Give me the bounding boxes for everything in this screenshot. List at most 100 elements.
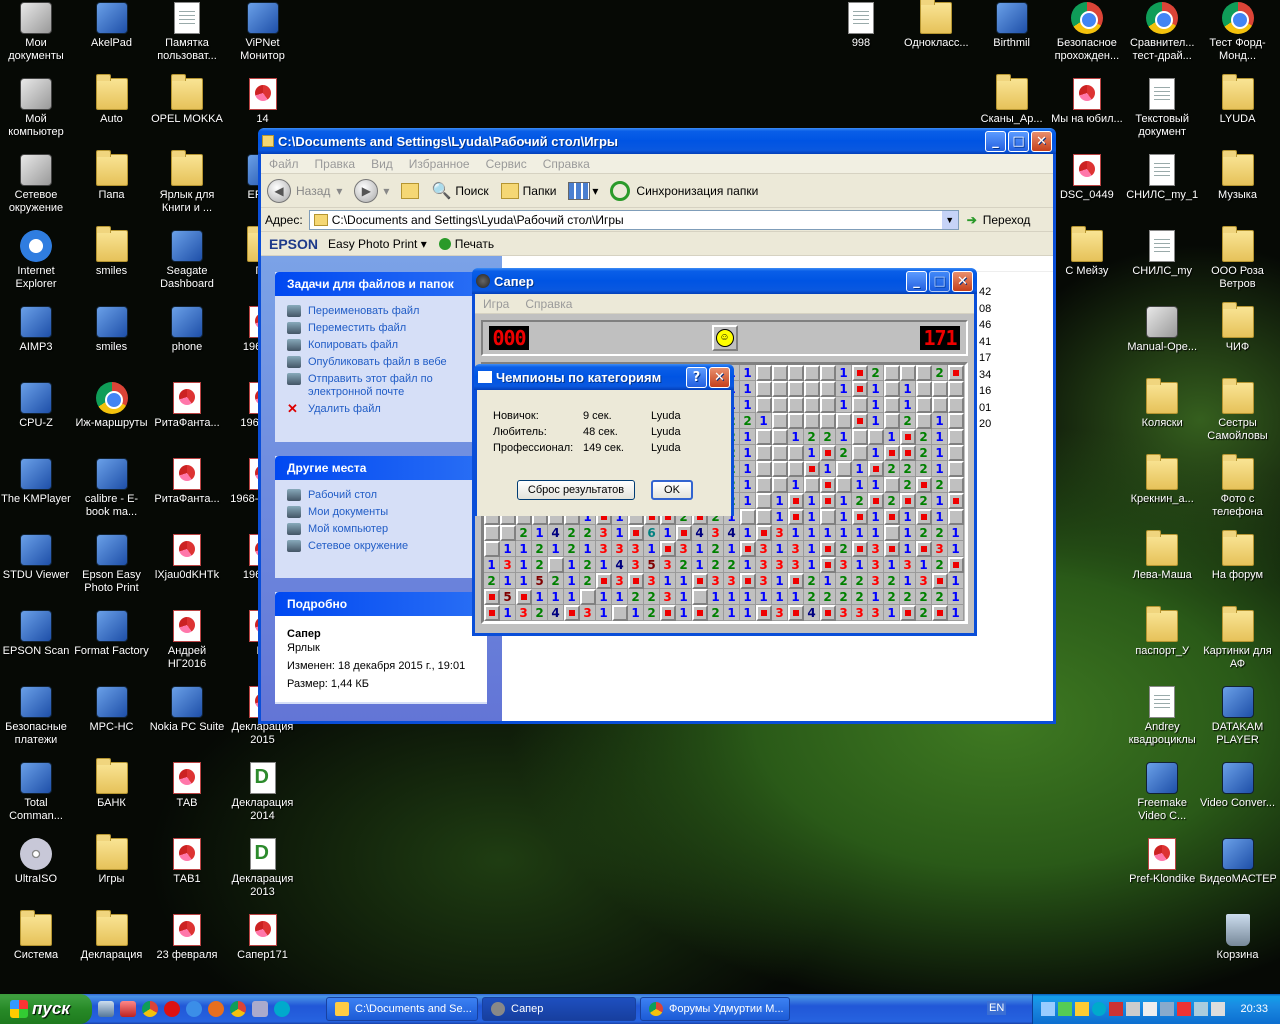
other-place-link[interactable]: Рабочий стол	[287, 489, 477, 502]
mine-cell-flagged[interactable]	[852, 509, 868, 525]
minimize-button[interactable]: _	[906, 270, 927, 292]
file-tasks-header[interactable]: Задачи для файлов и папок	[275, 272, 487, 296]
desktop-icon[interactable]: Internet Explorer	[0, 230, 74, 291]
mine-cell-number[interactable]: 1	[788, 525, 804, 541]
mine-cell-number[interactable]: 1	[612, 589, 628, 605]
mine-cell-number[interactable]: 4	[724, 525, 740, 541]
mine-cell-unopened[interactable]	[820, 365, 836, 381]
mine-cell-number[interactable]: 2	[580, 525, 596, 541]
mine-cell-number[interactable]: 3	[932, 541, 948, 557]
mine-cell-number[interactable]: 1	[804, 541, 820, 557]
mine-cell-unopened[interactable]	[756, 477, 772, 493]
mine-cell-number[interactable]: 2	[516, 525, 532, 541]
file-task-link[interactable]: ✕ Удалить файл	[287, 402, 477, 416]
mine-cell-number[interactable]: 1	[932, 429, 948, 445]
mine-cell-flagged[interactable]	[788, 605, 804, 621]
mine-cell-flagged[interactable]	[756, 605, 772, 621]
new-game-smiley-button[interactable]: ☺	[711, 325, 738, 351]
mine-cell-number[interactable]: 3	[756, 541, 772, 557]
mine-cell-number[interactable]: 2	[644, 605, 660, 621]
mine-cell-unopened[interactable]	[884, 381, 900, 397]
mine-cell-number[interactable]: 3	[916, 573, 932, 589]
mine-cell-number[interactable]: 1	[900, 397, 916, 413]
mine-cell-unopened[interactable]	[548, 557, 564, 573]
mine-cell-flagged[interactable]	[900, 429, 916, 445]
mine-cell-unopened[interactable]	[820, 381, 836, 397]
mine-cell-number[interactable]: 2	[932, 525, 948, 541]
mine-cell-number[interactable]: 1	[724, 589, 740, 605]
mine-cell-number[interactable]: 4	[804, 605, 820, 621]
mine-cell-number[interactable]: 1	[948, 605, 964, 621]
mine-cell-number[interactable]: 3	[612, 541, 628, 557]
mine-cell-flagged[interactable]	[676, 525, 692, 541]
firefox-icon[interactable]	[208, 1001, 224, 1017]
red-tray-icon[interactable]	[1177, 1002, 1191, 1016]
mine-cell-number[interactable]: 1	[836, 429, 852, 445]
desktop-icon[interactable]: AIMP3	[0, 306, 74, 354]
maximize-button[interactable]: □	[929, 270, 950, 292]
mine-cell-number[interactable]: 2	[916, 605, 932, 621]
mine-cell-number[interactable]: 1	[804, 525, 820, 541]
mine-cell-number[interactable]: 1	[900, 381, 916, 397]
mine-cell-number[interactable]: 1	[740, 445, 756, 461]
mine-cell-number[interactable]: 2	[900, 589, 916, 605]
mine-cell-number[interactable]: 1	[868, 445, 884, 461]
mine-cell-number[interactable]: 4	[548, 605, 564, 621]
mine-cell-flagged[interactable]	[948, 365, 964, 381]
mine-cell-number[interactable]: 1	[852, 461, 868, 477]
other-place-link[interactable]: Сетевое окружение	[287, 540, 477, 553]
mine-cell-number[interactable]: 3	[660, 557, 676, 573]
mine-cell-number[interactable]: 2	[852, 573, 868, 589]
mine-cell-number[interactable]: 2	[900, 461, 916, 477]
mine-cell-number[interactable]: 1	[500, 573, 516, 589]
mine-cell-flagged[interactable]	[516, 589, 532, 605]
desktop-icon[interactable]: РитаФанта...	[149, 458, 225, 506]
mine-cell-number[interactable]: 1	[756, 413, 772, 429]
mine-cell-unopened[interactable]	[836, 477, 852, 493]
mine-cell-number[interactable]: 1	[868, 477, 884, 493]
mine-cell-number[interactable]: 2	[916, 445, 932, 461]
mine-cell-unopened[interactable]	[804, 365, 820, 381]
mine-cell-number[interactable]: 1	[548, 589, 564, 605]
mine-cell-number[interactable]: 1	[612, 525, 628, 541]
mine-cell-number[interactable]: 3	[724, 573, 740, 589]
desktop-icon[interactable]: ViPNet Монитор	[225, 2, 301, 63]
desktop-icon[interactable]: ТАВ1	[149, 838, 225, 886]
desktop-icon[interactable]: СНИЛС_my_1	[1124, 154, 1200, 202]
mine-cell-number[interactable]: 3	[868, 557, 884, 573]
mine-cell-flagged[interactable]	[820, 557, 836, 573]
mine-cell-number[interactable]: 1	[740, 525, 756, 541]
mine-cell-number[interactable]: 1	[868, 525, 884, 541]
desktop-icon[interactable]: Безопасное прохожден...	[1049, 2, 1125, 63]
taskbar-explorer-button[interactable]: C:\Documents and Se...	[326, 997, 478, 1021]
ie-icon[interactable]	[186, 1001, 202, 1017]
mine-cell-unopened[interactable]	[916, 365, 932, 381]
mine-cell-number[interactable]: 3	[516, 605, 532, 621]
desktop-icon[interactable]: Мы на юбил...	[1049, 78, 1125, 126]
mine-cell-number[interactable]: 3	[788, 557, 804, 573]
menu-item[interactable]: Справка	[517, 297, 580, 311]
close-button[interactable]: ✕	[709, 366, 730, 388]
desktop-icon[interactable]: Папа	[74, 150, 150, 202]
mine-cell-unopened[interactable]	[484, 525, 500, 541]
desktop-icon[interactable]: Pref-Klondike	[1124, 838, 1200, 886]
mine-cell-unopened[interactable]	[948, 429, 964, 445]
desktop-icon[interactable]: STDU Viewer	[0, 534, 74, 582]
mine-cell-number[interactable]: 4	[692, 525, 708, 541]
menu-item[interactable]: Файл	[261, 157, 307, 171]
mine-cell-unopened[interactable]	[756, 509, 772, 525]
desktop-icon[interactable]: Auto	[74, 74, 150, 126]
mine-cell-number[interactable]: 1	[836, 365, 852, 381]
mine-cell-number[interactable]: 1	[868, 589, 884, 605]
mine-cell-unopened[interactable]	[772, 381, 788, 397]
views-button[interactable]: ▾	[568, 181, 598, 200]
mine-cell-number[interactable]: 1	[740, 397, 756, 413]
mine-cell-number[interactable]: 2	[852, 589, 868, 605]
mine-cell-unopened[interactable]	[788, 397, 804, 413]
mine-cell-number[interactable]: 1	[820, 573, 836, 589]
mine-cell-number[interactable]: 3	[644, 573, 660, 589]
mine-cell-number[interactable]: 2	[852, 493, 868, 509]
mine-cell-number[interactable]: 5	[500, 589, 516, 605]
mine-cell-number[interactable]: 3	[756, 557, 772, 573]
mine-cell-number[interactable]: 1	[516, 557, 532, 573]
